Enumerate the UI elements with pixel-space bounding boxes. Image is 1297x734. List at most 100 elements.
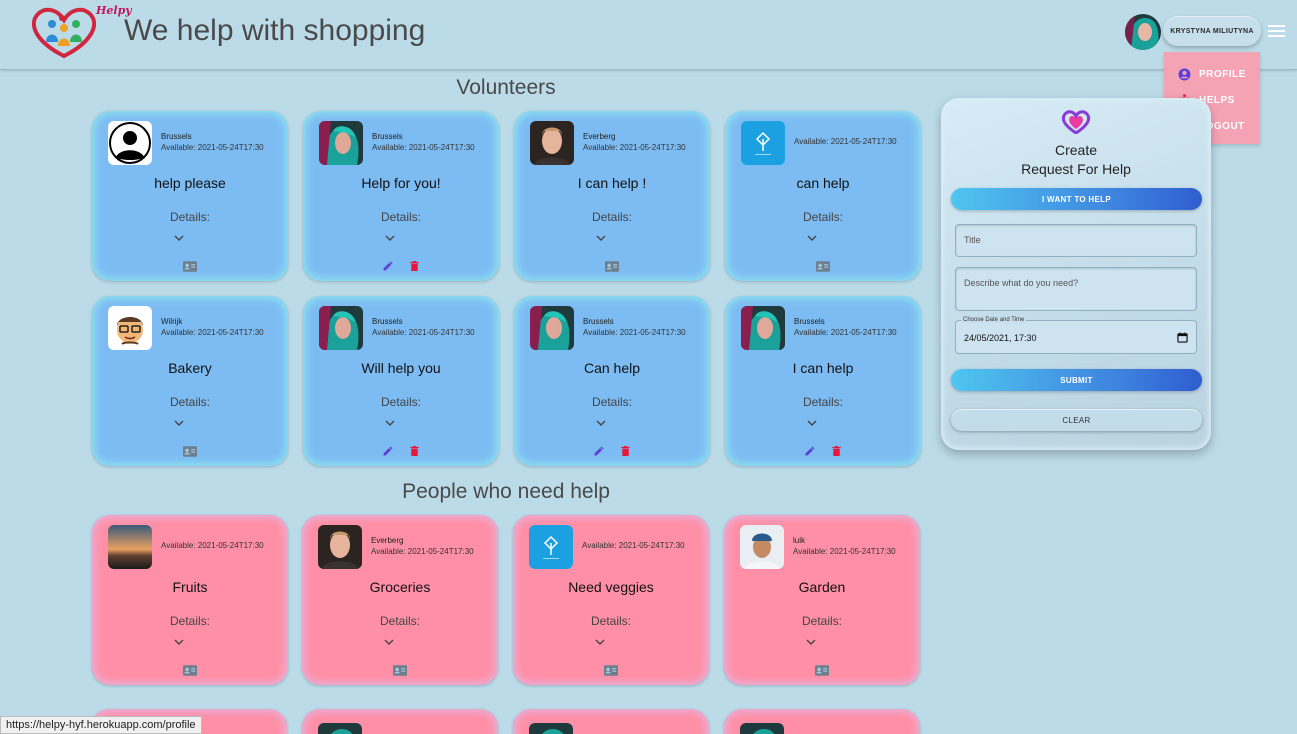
card-actions <box>513 664 709 676</box>
card-availability: Available: 2021-05-24T17:30 <box>371 547 474 556</box>
expand-chevron-icon[interactable] <box>174 229 184 241</box>
card-city: Everberg <box>583 132 616 141</box>
contact-card-icon[interactable] <box>183 664 197 676</box>
clear-button[interactable]: CLEAR <box>951 409 1202 431</box>
card-availability: Available: 2021-05-24T17:30 <box>583 328 686 337</box>
i-want-to-help-button[interactable]: I WANT TO HELP <box>951 188 1202 210</box>
contact-card-icon[interactable] <box>393 664 407 676</box>
contact-card-icon[interactable] <box>815 664 829 676</box>
expand-chevron-icon[interactable] <box>174 633 184 645</box>
card-availability: Available: 2021-05-24T17:30 <box>794 137 897 146</box>
need-help-card[interactable]: Available: 2021-05-24T17:30 Need veggies D… <box>513 515 709 685</box>
expand-chevron-icon[interactable] <box>385 229 395 241</box>
delete-icon[interactable] <box>829 445 843 457</box>
volunteer-card[interactable]: Brussels Available: 2021-05-24T17:30 Will … <box>303 296 499 466</box>
expand-chevron-icon[interactable] <box>596 414 606 426</box>
volunteer-card[interactable]: Brussels Available: 2021-05-24T17:30 I can… <box>725 296 921 466</box>
card-city: Brussels <box>161 132 192 141</box>
card-availability: Available: 2021-05-24T17:30 <box>161 541 264 550</box>
expand-chevron-icon[interactable] <box>385 414 395 426</box>
volunteer-card[interactable]: Brussels Available: 2021-05-24T17:30 Can h… <box>514 296 710 466</box>
calendar-icon[interactable] <box>1177 332 1188 343</box>
volunteer-card[interactable]: Brussels Available: 2021-05-24T17:30 help … <box>92 111 288 281</box>
expand-chevron-icon[interactable] <box>595 633 605 645</box>
avatar <box>740 723 784 734</box>
need-help-card[interactable]: Available: 2021-05-24T17:30 Fruits Details… <box>92 515 288 685</box>
avatar <box>318 723 362 734</box>
card-city: Everberg <box>371 536 404 545</box>
edit-icon[interactable] <box>592 445 606 457</box>
card-city: Brussels <box>794 317 825 326</box>
contact-card-icon[interactable] <box>183 260 197 272</box>
menu-item-profile[interactable]: PROFILE <box>1164 61 1260 87</box>
card-availability: Available: 2021-05-24T17:30 <box>161 328 264 337</box>
title-input[interactable]: Title <box>955 224 1197 257</box>
hamburger-menu-icon[interactable] <box>1268 25 1285 38</box>
card-availability: Available: 2021-05-24T17:30 <box>794 328 897 337</box>
delete-icon[interactable] <box>618 445 632 457</box>
card-title: I can help ! <box>577 175 647 191</box>
avatar <box>319 306 363 350</box>
avatar <box>318 525 362 569</box>
card-title: Fruits <box>172 579 208 595</box>
avatar <box>741 306 785 350</box>
contact-card-icon[interactable] <box>605 260 619 272</box>
contact-card-icon[interactable] <box>183 445 197 457</box>
edit-icon[interactable] <box>381 260 395 272</box>
user-name-button[interactable]: KRYSTYNA MILIUTYNA <box>1163 16 1261 46</box>
card-details-label: Details: <box>380 210 421 224</box>
expand-chevron-icon[interactable] <box>806 633 816 645</box>
card-title: Can help <box>583 360 641 376</box>
card-availability: Available: 2021-05-24T17:30 <box>583 143 686 152</box>
card-details-label: Details: <box>590 614 631 628</box>
need-help-card[interactable]: luik Available: 2021-05-24T17:30 Garden Det… <box>724 515 920 685</box>
card-actions <box>514 445 710 457</box>
delete-icon[interactable] <box>407 260 421 272</box>
card-availability: Available: 2021-05-24T17:30 <box>793 547 896 556</box>
avatar <box>530 306 574 350</box>
volunteer-card[interactable]: Wilrijk Available: 2021-05-24T17:30 Bakery… <box>92 296 288 466</box>
card-city: luik <box>793 536 806 545</box>
card-details-label: Details: <box>802 210 843 224</box>
need-help-card[interactable]: Everberg Available: 2021-05-24T17:30 Groce… <box>302 515 498 685</box>
helpy-logo[interactable]: Helpy <box>26 4 132 60</box>
expand-chevron-icon[interactable] <box>807 414 817 426</box>
avatar <box>529 723 573 734</box>
card-details-label: Details: <box>591 210 632 224</box>
avatar <box>529 525 573 569</box>
partial-card[interactable] <box>513 709 709 734</box>
delete-icon[interactable] <box>407 445 421 457</box>
volunteer-card[interactable]: Available: 2021-05-24T17:30 can help Detai… <box>725 111 921 281</box>
card-title: I can help <box>792 360 854 376</box>
submit-button[interactable]: SUBMIT <box>951 369 1202 391</box>
card-availability: Available: 2021-05-24T17:30 <box>161 143 264 152</box>
card-details-label: Details: <box>169 210 210 224</box>
card-details-label: Details: <box>802 395 843 409</box>
volunteers-heading: Volunteers <box>456 76 556 99</box>
volunteer-card[interactable]: Brussels Available: 2021-05-24T17:30 Help … <box>303 111 499 281</box>
card-details-label: Details: <box>169 614 210 628</box>
expand-chevron-icon[interactable] <box>596 229 606 241</box>
contact-card-icon[interactable] <box>604 664 618 676</box>
create-request-form: Create Request For Help I WANT TO HELP T… <box>941 98 1211 450</box>
contact-card-icon[interactable] <box>816 260 830 272</box>
avatar <box>108 121 152 165</box>
description-input[interactable]: Describe what do you need? <box>955 267 1197 311</box>
date-time-input[interactable]: 24/05/2021, 17:30 <box>955 320 1197 354</box>
partial-card[interactable] <box>724 709 920 734</box>
card-actions <box>302 664 498 676</box>
card-details-label: Details: <box>169 395 210 409</box>
card-actions <box>514 260 710 272</box>
volunteer-card[interactable]: Everberg Available: 2021-05-24T17:30 I can… <box>514 111 710 281</box>
edit-icon[interactable] <box>381 445 395 457</box>
card-actions <box>303 260 499 272</box>
expand-chevron-icon[interactable] <box>174 414 184 426</box>
partial-card[interactable] <box>302 709 498 734</box>
user-avatar[interactable] <box>1125 14 1161 50</box>
avatar <box>530 121 574 165</box>
expand-chevron-icon[interactable] <box>384 633 394 645</box>
page-title: We help with shopping <box>124 14 426 47</box>
edit-icon[interactable] <box>803 445 817 457</box>
expand-chevron-icon[interactable] <box>807 229 817 241</box>
menu-item-label: PROFILE <box>1199 68 1246 80</box>
